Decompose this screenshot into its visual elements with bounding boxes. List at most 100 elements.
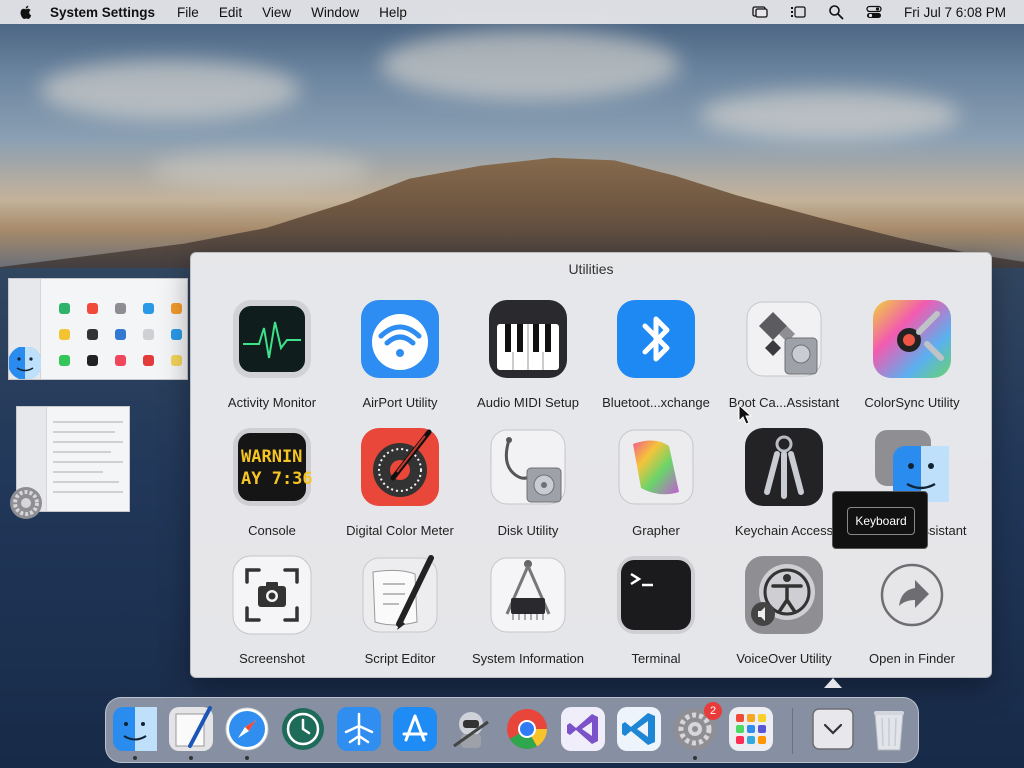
app-label: Audio MIDI Setup: [477, 395, 579, 410]
utilities-folder-window: Utilities Activity Monitor AirPort Utili…: [190, 252, 992, 678]
menu-help[interactable]: Help: [379, 5, 407, 20]
menu-edit[interactable]: Edit: [219, 5, 242, 20]
script-editor-icon: [169, 706, 213, 751]
app-boot-camp-assistant[interactable]: Boot Ca...Assistant: [720, 297, 848, 417]
audio-midi-icon: [489, 300, 567, 378]
app-script-editor[interactable]: Script Editor: [336, 553, 464, 673]
screen-mirroring-icon[interactable]: [752, 4, 768, 20]
system-information-icon: [490, 557, 566, 633]
colorsync-icon: [873, 300, 951, 378]
chrome-icon: [507, 709, 547, 749]
control-center-icon[interactable]: [866, 4, 882, 20]
dock-visual-studio[interactable]: [560, 706, 606, 752]
dock-time-machine[interactable]: [280, 706, 326, 752]
running-indicator: [189, 756, 193, 760]
open-in-finder-button[interactable]: Open in Finder: [848, 553, 976, 673]
visual-studio-icon: [561, 707, 605, 751]
launchpad-icon: [729, 707, 773, 751]
app-voiceover-utility[interactable]: VoiceOver Utility: [720, 553, 848, 673]
keychain-icon: [745, 428, 823, 506]
app-label: ColorSync Utility: [864, 395, 960, 410]
app-label: Grapher: [632, 523, 680, 538]
running-indicator: [693, 756, 697, 760]
boot-camp-icon: [746, 301, 822, 377]
menu-window[interactable]: Window: [311, 5, 359, 20]
app-name-menu[interactable]: System Settings: [50, 5, 155, 20]
running-indicator: [245, 756, 249, 760]
screenshot-icon: [232, 555, 312, 635]
dock-app-store[interactable]: [392, 706, 438, 752]
app-label: Console: [248, 523, 296, 538]
disk-utility-icon: [490, 429, 566, 505]
automator-icon: [453, 712, 489, 748]
app-grapher[interactable]: Grapher: [592, 425, 720, 545]
activity-monitor-icon: [233, 300, 311, 378]
finder-badge-icon: [9, 347, 41, 379]
app-keychain-access[interactable]: Keychain Access: [720, 425, 848, 545]
safari-icon: [225, 707, 269, 751]
app-label: Screenshot: [239, 651, 305, 666]
testflight-icon: [337, 707, 381, 751]
search-icon[interactable]: [828, 4, 844, 20]
dock-finder[interactable]: [112, 706, 158, 752]
grapher-icon: [618, 429, 694, 505]
stage-manager-icon[interactable]: [790, 4, 806, 20]
app-activity-monitor[interactable]: Activity Monitor: [208, 297, 336, 417]
tooltip-label: Keyboard: [847, 507, 915, 535]
apple-menu-icon[interactable]: [18, 4, 34, 20]
console-icon-line-2: AY 7:36: [241, 469, 313, 489]
app-label: VoiceOver Utility: [736, 651, 832, 666]
app-system-information[interactable]: System Information: [464, 553, 592, 673]
menu-clock[interactable]: Fri Jul 7 6:08 PM: [904, 5, 1006, 20]
dock-trash[interactable]: [866, 706, 912, 752]
dock-safari[interactable]: [224, 706, 270, 752]
time-machine-icon: [282, 708, 324, 750]
vs-code-icon: [617, 707, 661, 751]
app-label: System Information: [472, 651, 584, 666]
app-store-icon: [393, 707, 437, 751]
dock-automator[interactable]: [448, 706, 494, 752]
menu-view[interactable]: View: [262, 5, 291, 20]
keyboard-tooltip: Keyboard: [832, 491, 928, 549]
app-audio-midi-setup[interactable]: Audio MIDI Setup: [464, 297, 592, 417]
app-screenshot[interactable]: Screenshot: [208, 553, 336, 673]
finder-icon: [113, 707, 157, 751]
app-console[interactable]: WARNIN AY 7:36 Console: [208, 425, 336, 545]
app-airport-utility[interactable]: AirPort Utility: [336, 297, 464, 417]
app-label: Activity Monitor: [227, 395, 317, 410]
airport-utility-icon: [361, 300, 439, 378]
app-label: Disk Utility: [497, 523, 559, 538]
menu-file[interactable]: File: [177, 5, 199, 20]
folder-title: Utilities: [568, 261, 614, 277]
menu-bar: System Settings File Edit View Window He…: [0, 0, 1024, 24]
settings-badge-icon: [10, 487, 42, 519]
app-label: Open in Finder: [869, 651, 955, 666]
notification-badge: 2: [704, 702, 722, 720]
mouse-cursor-icon: [738, 404, 752, 425]
voiceover-icon: [745, 556, 823, 634]
trash-icon: [874, 711, 904, 751]
console-icon: WARNIN AY 7:36: [233, 428, 313, 506]
dock-chrome[interactable]: [504, 706, 550, 752]
dock-vs-code[interactable]: [616, 706, 662, 752]
dock-launchpad[interactable]: [728, 706, 774, 752]
dock-testflight[interactable]: [336, 706, 382, 752]
app-label: Digital Color Meter: [346, 523, 454, 538]
color-meter-icon: [361, 428, 439, 506]
app-label: Terminal: [631, 651, 681, 666]
app-digital-color-meter[interactable]: Digital Color Meter: [336, 425, 464, 545]
chevron-down-icon: [812, 708, 854, 750]
dock-utilities-stack[interactable]: [810, 706, 856, 752]
app-label: Script Editor: [364, 651, 436, 666]
app-label: Bluetoot...xchange: [602, 395, 710, 410]
running-indicator: [133, 756, 137, 760]
dock-script-editor[interactable]: [168, 706, 214, 752]
dock-popup-pointer: [824, 678, 842, 688]
app-disk-utility[interactable]: Disk Utility: [464, 425, 592, 545]
app-colorsync-utility[interactable]: ColorSync Utility: [848, 297, 976, 417]
app-bluetooth-file-exchange[interactable]: Bluetoot...xchange: [592, 297, 720, 417]
app-label: Keychain Access: [734, 523, 834, 538]
console-icon-line-1: WARNIN: [241, 447, 302, 467]
open-in-finder-icon: [880, 563, 944, 627]
app-terminal[interactable]: Terminal: [592, 553, 720, 673]
